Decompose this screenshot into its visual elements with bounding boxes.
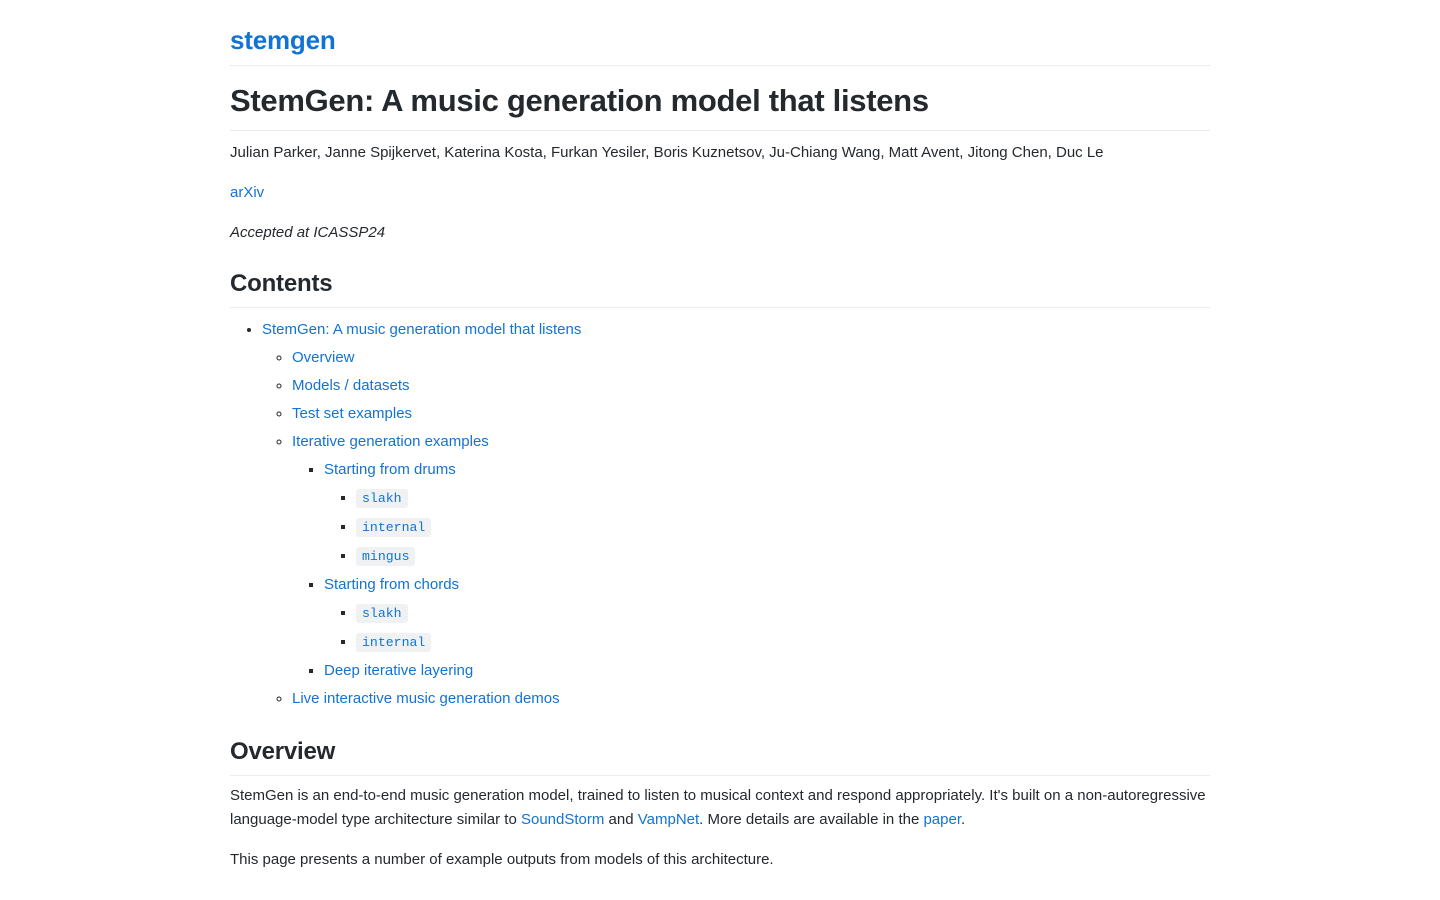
site-header: stemgen: [230, 24, 1210, 66]
site-title-link[interactable]: stemgen: [230, 24, 336, 56]
toc-sublist: Starting from drums slakh internal mingu…: [292, 456, 1210, 685]
code-badge: internal: [356, 517, 432, 537]
list-item: StemGen: A music generation model that l…: [262, 316, 1210, 713]
toc-link-iterative-generation-examples[interactable]: Iterative generation examples: [292, 433, 489, 450]
overview-paragraph-2: This page presents a number of example o…: [230, 850, 774, 868]
arxiv-link[interactable]: arXiv: [230, 184, 264, 201]
list-item: Starting from chords slakh internal: [324, 571, 1210, 657]
soundstorm-link[interactable]: SoundStorm: [521, 811, 604, 828]
code-badge: slakh: [356, 603, 408, 623]
overview-heading: Overview: [230, 737, 1210, 776]
toc-sublist: Overview Models / datasets Test set exam…: [262, 344, 1210, 713]
acceptance-note: Accepted at ICASSP24: [230, 223, 386, 241]
list-item: Iterative generation examples Starting f…: [292, 428, 1210, 685]
authors-line: Julian Parker, Janne Spijkervet, Katerin…: [230, 143, 1104, 161]
toc-link-drums-internal[interactable]: internal: [356, 517, 432, 537]
list-item: Deep iterative layering: [324, 657, 1210, 685]
code-badge: slakh: [356, 488, 408, 508]
toc-link-starting-from-chords[interactable]: Starting from chords: [324, 576, 459, 593]
overview-text-part-2: and: [604, 810, 638, 828]
code-badge: internal: [356, 632, 432, 652]
toc-link-test-set-examples[interactable]: Test set examples: [292, 405, 412, 422]
page-title: StemGen: A music generation model that l…: [230, 82, 1210, 131]
toc-link-overview[interactable]: Overview: [292, 349, 355, 366]
toc-sublist: slakh internal: [324, 599, 1210, 657]
list-item: Test set examples: [292, 400, 1210, 428]
toc-link-chords-slakh[interactable]: slakh: [356, 603, 408, 623]
toc-link-drums-slakh[interactable]: slakh: [356, 488, 408, 508]
toc-sublist: slakh internal mingus: [324, 484, 1210, 571]
toc-link-chords-internal[interactable]: internal: [356, 632, 432, 652]
list-item: Overview: [292, 344, 1210, 372]
paper-link[interactable]: paper: [923, 811, 961, 828]
code-badge: mingus: [356, 546, 416, 566]
contents-heading: Contents: [230, 269, 1210, 308]
page-container: stemgen StemGen: A music generation mode…: [230, 0, 1210, 872]
toc-link-drums-mingus[interactable]: mingus: [356, 546, 416, 566]
toc-link-deep-iterative-layering[interactable]: Deep iterative layering: [324, 662, 473, 679]
vampnet-link[interactable]: VampNet: [638, 811, 699, 828]
toc-link-stemgen[interactable]: StemGen: A music generation model that l…: [262, 321, 581, 338]
toc-link-live-interactive-demos[interactable]: Live interactive music generation demos: [292, 690, 560, 707]
list-item: Live interactive music generation demos: [292, 685, 1210, 713]
list-item: slakh: [356, 484, 1210, 513]
list-item: Starting from drums slakh internal mingu…: [324, 456, 1210, 571]
list-item: internal: [356, 513, 1210, 542]
overview-text-part-3: . More details are available in the: [699, 810, 924, 828]
list-item: Models / datasets: [292, 372, 1210, 400]
toc-link-models-datasets[interactable]: Models / datasets: [292, 377, 410, 394]
list-item: internal: [356, 628, 1210, 657]
arxiv-paragraph: arXiv: [230, 181, 1210, 205]
table-of-contents: StemGen: A music generation model that l…: [230, 316, 1210, 713]
overview-text-part-4: .: [961, 810, 966, 828]
list-item: slakh: [356, 599, 1210, 628]
list-item: mingus: [356, 542, 1210, 571]
overview-paragraph-1: StemGen is an end-to-end music generatio…: [230, 784, 1210, 832]
toc-link-starting-from-drums[interactable]: Starting from drums: [324, 461, 456, 478]
